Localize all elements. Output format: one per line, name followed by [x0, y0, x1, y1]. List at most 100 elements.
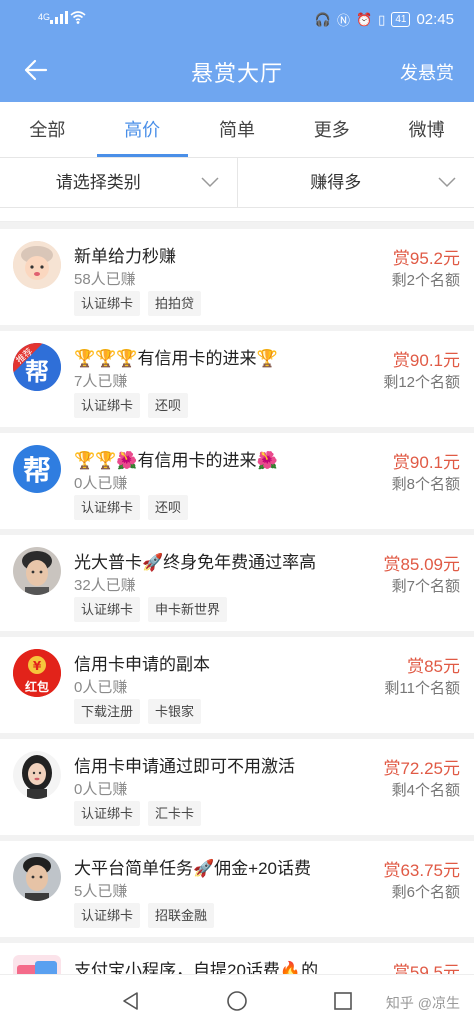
tag: 认证绑卡 [74, 495, 141, 520]
list-item[interactable]: ¥ 红包 信用卡申请的副本 0人已赚 下载注册 卡银家 赏85元 剩11个名额 [0, 637, 474, 733]
remaining-quota: 剩4个名额 [391, 782, 460, 799]
item-title: 🏆🏆🌺有信用卡的进来🌺 [74, 451, 278, 470]
remaining-quota: 剩11个名额 [384, 680, 460, 697]
reward-amount: 赏90.1元 [392, 453, 460, 472]
tag-list: 认证绑卡 申卡新世界 [74, 597, 228, 622]
tag: 认证绑卡 [74, 903, 141, 928]
wifi-icon [70, 11, 86, 24]
item-title: 信用卡申请的副本 [74, 655, 210, 674]
avatar-label: 帮 [22, 455, 51, 486]
alarm-icon: ⏰ [355, 11, 373, 27]
man-avatar-2 [13, 853, 61, 901]
remaining-quota: 剩12个名额 [383, 374, 460, 391]
post-bounty-button[interactable]: 发悬赏 [400, 59, 454, 85]
vibrate-icon: ▯ [378, 11, 386, 27]
system-nav-bar: 知乎 @凉生 [0, 974, 474, 1027]
remaining-quota: 剩2个名额 [391, 272, 460, 289]
item-title: 光大普卡🚀终身免年费通过率高 [74, 553, 317, 572]
tag: 汇卡卡 [148, 801, 202, 826]
sort-select-label: 赚得多 [310, 173, 362, 192]
earned-count: 32人已赚 [74, 577, 136, 594]
signal-icon [50, 11, 68, 24]
bounty-list[interactable]: 新单给力秒赚 58人已赚 认证绑卡 拍拍贷 赏95.2元 剩2个名额 帮 推荐 … [0, 208, 474, 974]
earned-count: 0人已赚 [74, 475, 128, 492]
svg-text:¥: ¥ [33, 659, 42, 673]
tag-list: 认证绑卡 还呗 [74, 495, 189, 520]
list-item[interactable]: 帮 推荐 🏆🏆🏆有信用卡的进来🏆 7人已赚 认证绑卡 还呗 赏90.1元 剩12… [0, 331, 474, 427]
reward-amount: 赏85元 [407, 657, 460, 676]
nav-back-icon[interactable] [119, 989, 143, 1013]
remaining-quota: 剩6个名额 [391, 884, 460, 901]
recommend-bang-avatar: 帮 推荐 [13, 343, 61, 391]
woman-avatar [13, 751, 61, 799]
list-item[interactable]: 帮 🏆🏆🌺有信用卡的进来🌺 0人已赚 认证绑卡 还呗 赏90.1元 剩8个名额 [0, 433, 474, 529]
list-item[interactable]: 光大普卡🚀终身免年费通过率高 32人已赚 认证绑卡 申卡新世界 赏85.09元 … [0, 535, 474, 631]
reward-amount: 赏95.2元 [392, 249, 460, 268]
nav-recent-icon[interactable] [331, 989, 355, 1013]
promo-avatar [13, 955, 61, 974]
sort-select[interactable]: 赚得多 [238, 158, 474, 207]
list-item[interactable]: 信用卡申请通过即可不用激活 0人已赚 认证绑卡 汇卡卡 赏72.25元 剩4个名… [0, 739, 474, 835]
clock: 02:45 [416, 11, 454, 28]
app-bar: 悬赏大厅 发悬赏 [0, 38, 474, 102]
item-title: 大平台简单任务🚀佣金+20话费 [74, 859, 312, 878]
earned-count: 7人已赚 [74, 373, 128, 390]
battery-icon: 41 [391, 12, 411, 27]
nfc-icon: Ⓝ [336, 13, 350, 28]
tag: 申卡新世界 [148, 597, 228, 622]
earned-count: 0人已赚 [74, 781, 128, 798]
status-bar: 4G 🎧 Ⓝ ⏰ ▯ 41 02:45 [0, 0, 474, 38]
bang-avatar: 帮 [13, 445, 61, 493]
tag-list: 认证绑卡 还呗 [74, 393, 189, 418]
tab-simple[interactable]: 简单 [190, 102, 285, 157]
headphone-icon: 🎧 [314, 11, 331, 27]
item-title: 🏆🏆🏆有信用卡的进来🏆 [74, 349, 278, 368]
nav-home-icon[interactable] [225, 989, 249, 1013]
reward-amount: 赏63.75元 [383, 861, 460, 880]
tag: 认证绑卡 [74, 597, 141, 622]
list-item[interactable]: 支付宝小程序，自提20话费🔥的 赏59.5元 [0, 943, 474, 974]
item-title: 信用卡申请通过即可不用激活 [74, 757, 295, 776]
reward-amount: 赏85.09元 [383, 555, 460, 574]
earned-count: 5人已赚 [74, 883, 128, 900]
list-item[interactable]: 新单给力秒赚 58人已赚 认证绑卡 拍拍贷 赏95.2元 剩2个名额 [0, 229, 474, 325]
earned-count: 58人已赚 [74, 271, 136, 288]
tag-list: 认证绑卡 招联金融 [74, 903, 215, 928]
man-avatar [13, 547, 61, 595]
network-type: 4G [38, 12, 51, 22]
tag: 认证绑卡 [74, 291, 141, 316]
item-title: 新单给力秒赚 [74, 247, 176, 266]
category-select[interactable]: 请选择类别 [0, 158, 238, 207]
filter-bar: 请选择类别 赚得多 [0, 158, 474, 208]
list-item[interactable]: 大平台简单任务🚀佣金+20话费 5人已赚 认证绑卡 招联金融 赏63.75元 剩… [0, 841, 474, 937]
tag-list: 认证绑卡 汇卡卡 [74, 801, 202, 826]
remaining-quota: 剩7个名额 [391, 578, 460, 595]
tag: 还呗 [148, 393, 189, 418]
reward-amount: 赏72.25元 [383, 759, 460, 778]
tag: 还呗 [148, 495, 189, 520]
tag: 下载注册 [74, 699, 141, 724]
tag: 拍拍贷 [148, 291, 202, 316]
tag-list: 认证绑卡 拍拍贷 [74, 291, 202, 316]
list-item-partial [0, 208, 474, 222]
reward-amount: 赏90.1元 [392, 351, 460, 370]
chevron-down-icon [438, 177, 456, 188]
earned-count: 0人已赚 [74, 679, 128, 696]
tab-weibo[interactable]: 微博 [379, 102, 474, 157]
tag: 认证绑卡 [74, 393, 141, 418]
chevron-down-icon [200, 177, 219, 188]
svg-text:帮: 帮 [25, 358, 49, 386]
tab-high-price[interactable]: 高价 [95, 102, 190, 157]
tag-list: 下载注册 卡银家 [74, 699, 202, 724]
category-select-label: 请选择类别 [55, 173, 141, 192]
red-packet-avatar: ¥ 红包 [13, 649, 61, 697]
item-title: 支付宝小程序，自提20话费🔥的 [74, 961, 319, 974]
avatar-label: 红包 [24, 680, 49, 694]
reward-amount: 赏59.5元 [392, 963, 460, 974]
watermark: 知乎 @凉生 [385, 995, 460, 1011]
tab-all[interactable]: 全部 [0, 102, 95, 157]
category-tabs: 全部 高价 简单 更多 微博 [0, 102, 474, 158]
tag: 认证绑卡 [74, 801, 141, 826]
tag: 招联金融 [148, 903, 215, 928]
tab-more[interactable]: 更多 [284, 102, 379, 157]
